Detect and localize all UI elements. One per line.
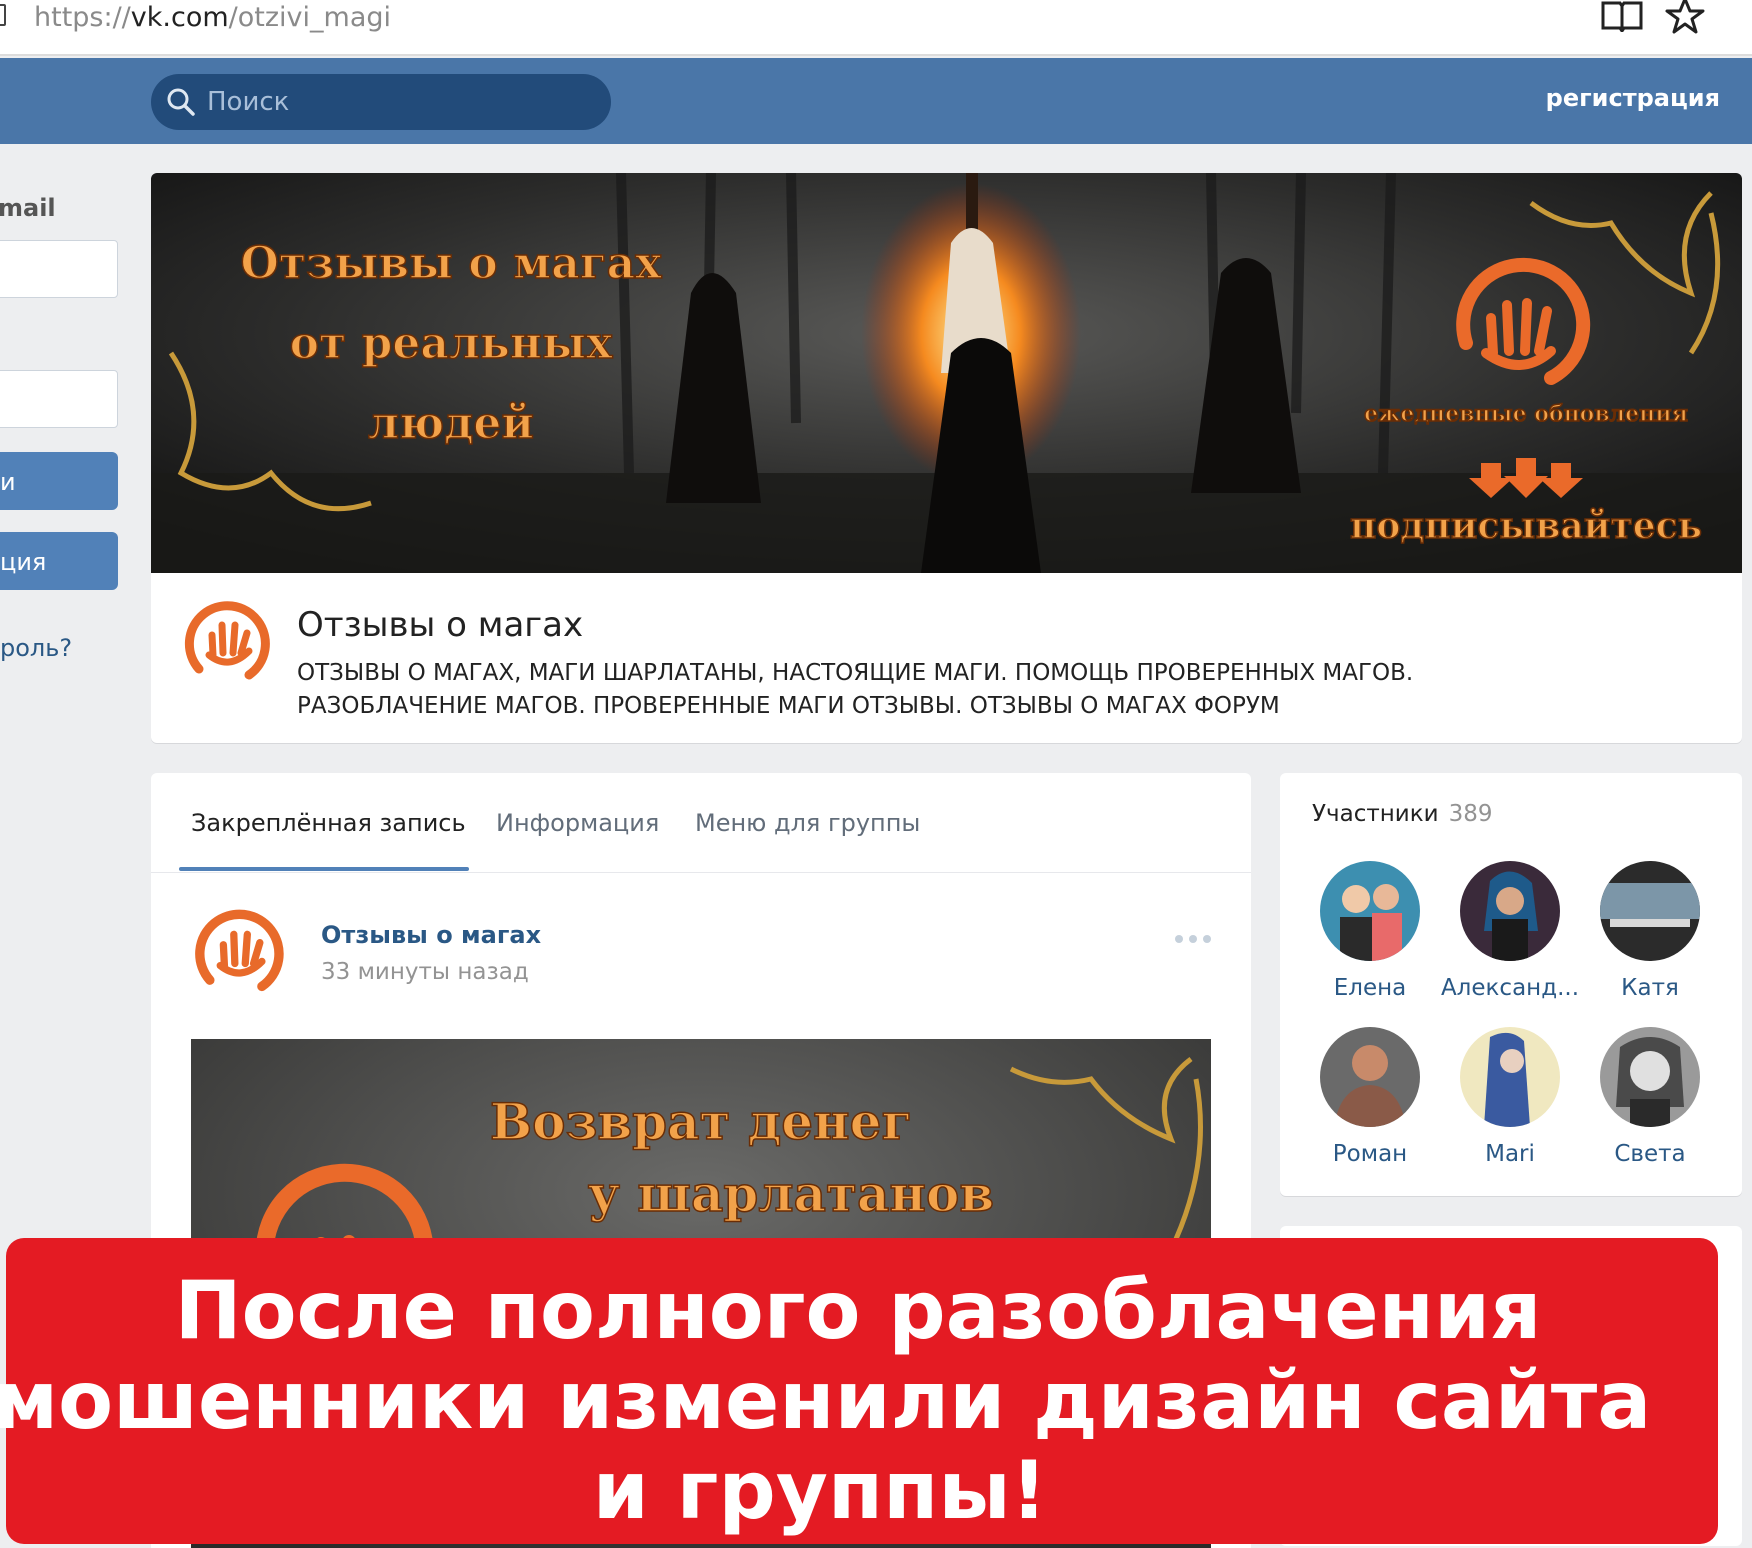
member-avatar <box>1460 1027 1560 1127</box>
member-avatar <box>1600 1027 1700 1127</box>
login-button[interactable]: и <box>0 452 118 510</box>
member-item[interactable]: Елена <box>1300 861 1440 1001</box>
more-options-icon[interactable] <box>1173 933 1213 945</box>
email-field[interactable] <box>0 240 118 298</box>
member-name: Катя <box>1621 975 1679 1001</box>
url-field[interactable]: https://vk.com/otzivi_magi <box>34 2 391 33</box>
group-status: ОТЗЫВЫ О МАГАХ, МАГИ ШАРЛАТАНЫ, НАСТОЯЩИ… <box>297 657 1657 723</box>
members-title: Участники <box>1312 801 1439 827</box>
cover-headline-2: от реальных <box>290 318 613 369</box>
caption-line-2: мошенники изменили дизайн сайта <box>0 1354 1652 1447</box>
search-input[interactable] <box>207 80 597 124</box>
url-scheme: https:// <box>34 2 131 33</box>
member-avatar <box>1320 861 1420 961</box>
login-panel: mail и ция роль? <box>0 144 128 744</box>
member-avatar <box>1320 1027 1420 1127</box>
wall-tabs: Закреплённая запись Информация Меню для … <box>151 773 1251 873</box>
post-image-line-2: у шарлатанов <box>588 1164 994 1223</box>
group-logo-icon[interactable] <box>179 593 275 689</box>
member-name: Елена <box>1333 975 1407 1001</box>
caption-banner: После полного разоблачения мошенники изм… <box>0 1238 1718 1544</box>
active-tab-indicator <box>179 867 469 871</box>
search-box[interactable] <box>151 74 611 130</box>
caption-line-3: и группы! <box>592 1444 1048 1537</box>
members-header[interactable]: Участники 389 <box>1312 801 1492 827</box>
tab-group-menu[interactable]: Меню для группы <box>695 809 920 837</box>
post-author-avatar[interactable] <box>189 901 289 1001</box>
member-item[interactable]: Катя <box>1580 861 1720 1001</box>
register-link[interactable]: регистрация <box>1546 84 1720 112</box>
group-status-line-2: РАЗОБЛАЧЕНИЕ МАГОВ. ПРОВЕРЕННЫЕ МАГИ ОТЗ… <box>297 693 1280 719</box>
post-image-line-1: Возврат денег <box>490 1092 912 1151</box>
member-name: Mari <box>1485 1141 1535 1167</box>
caption-line-1: После полного разоблачения <box>174 1264 1542 1357</box>
lock-icon <box>0 4 6 26</box>
member-name: Роман <box>1332 1141 1408 1167</box>
email-label: mail <box>0 194 56 222</box>
group-cover-image: Отзывы о магах от реальных людей ежеднев… <box>151 173 1742 573</box>
browser-address-bar: https://vk.com/otzivi_magi <box>0 0 1752 56</box>
member-item[interactable]: Mari <box>1440 1027 1580 1167</box>
member-item[interactable]: Роман <box>1300 1027 1440 1167</box>
post-timestamp[interactable]: 33 минуты назад <box>321 959 529 985</box>
post-author-name[interactable]: Отзывы о магах <box>321 921 541 949</box>
favorite-star-icon[interactable] <box>1664 0 1706 36</box>
members-card: Участники 389 Елена Александ... Катя Ром… <box>1280 773 1742 1196</box>
tab-information[interactable]: Информация <box>496 809 659 837</box>
tab-pinned-post[interactable]: Закреплённая запись <box>191 809 466 837</box>
member-avatar <box>1460 861 1560 961</box>
url-path: /otzivi_magi <box>228 2 391 33</box>
search-icon <box>167 88 195 116</box>
member-item[interactable]: Александ... <box>1440 861 1580 1001</box>
member-name: Света <box>1614 1141 1686 1167</box>
password-field[interactable] <box>0 370 118 428</box>
cover-headline-1: Отзывы о магах <box>241 238 663 289</box>
member-item[interactable]: Света <box>1580 1027 1720 1167</box>
members-count: 389 <box>1448 801 1493 827</box>
site-header: регистрация <box>0 58 1752 144</box>
forgot-password-link[interactable]: роль? <box>0 634 72 662</box>
group-title: Отзывы о магах <box>297 605 584 645</box>
group-status-line-1: ОТЗЫВЫ О МАГАХ, МАГИ ШАРЛАТАНЫ, НАСТОЯЩИ… <box>297 660 1414 686</box>
reading-view-icon[interactable] <box>1600 0 1644 32</box>
cover-daily-updates: ежедневные обновления <box>1364 401 1688 427</box>
member-avatar <box>1600 861 1700 961</box>
url-host: vk.com <box>130 2 229 33</box>
cover-subscribe: подписывайтесь <box>1350 505 1702 547</box>
register-button[interactable]: ция <box>0 532 118 590</box>
member-name: Александ... <box>1440 975 1580 1001</box>
group-cover-card: Отзывы о магах от реальных людей ежеднев… <box>151 173 1742 743</box>
cover-headline-3: людей <box>368 398 534 449</box>
